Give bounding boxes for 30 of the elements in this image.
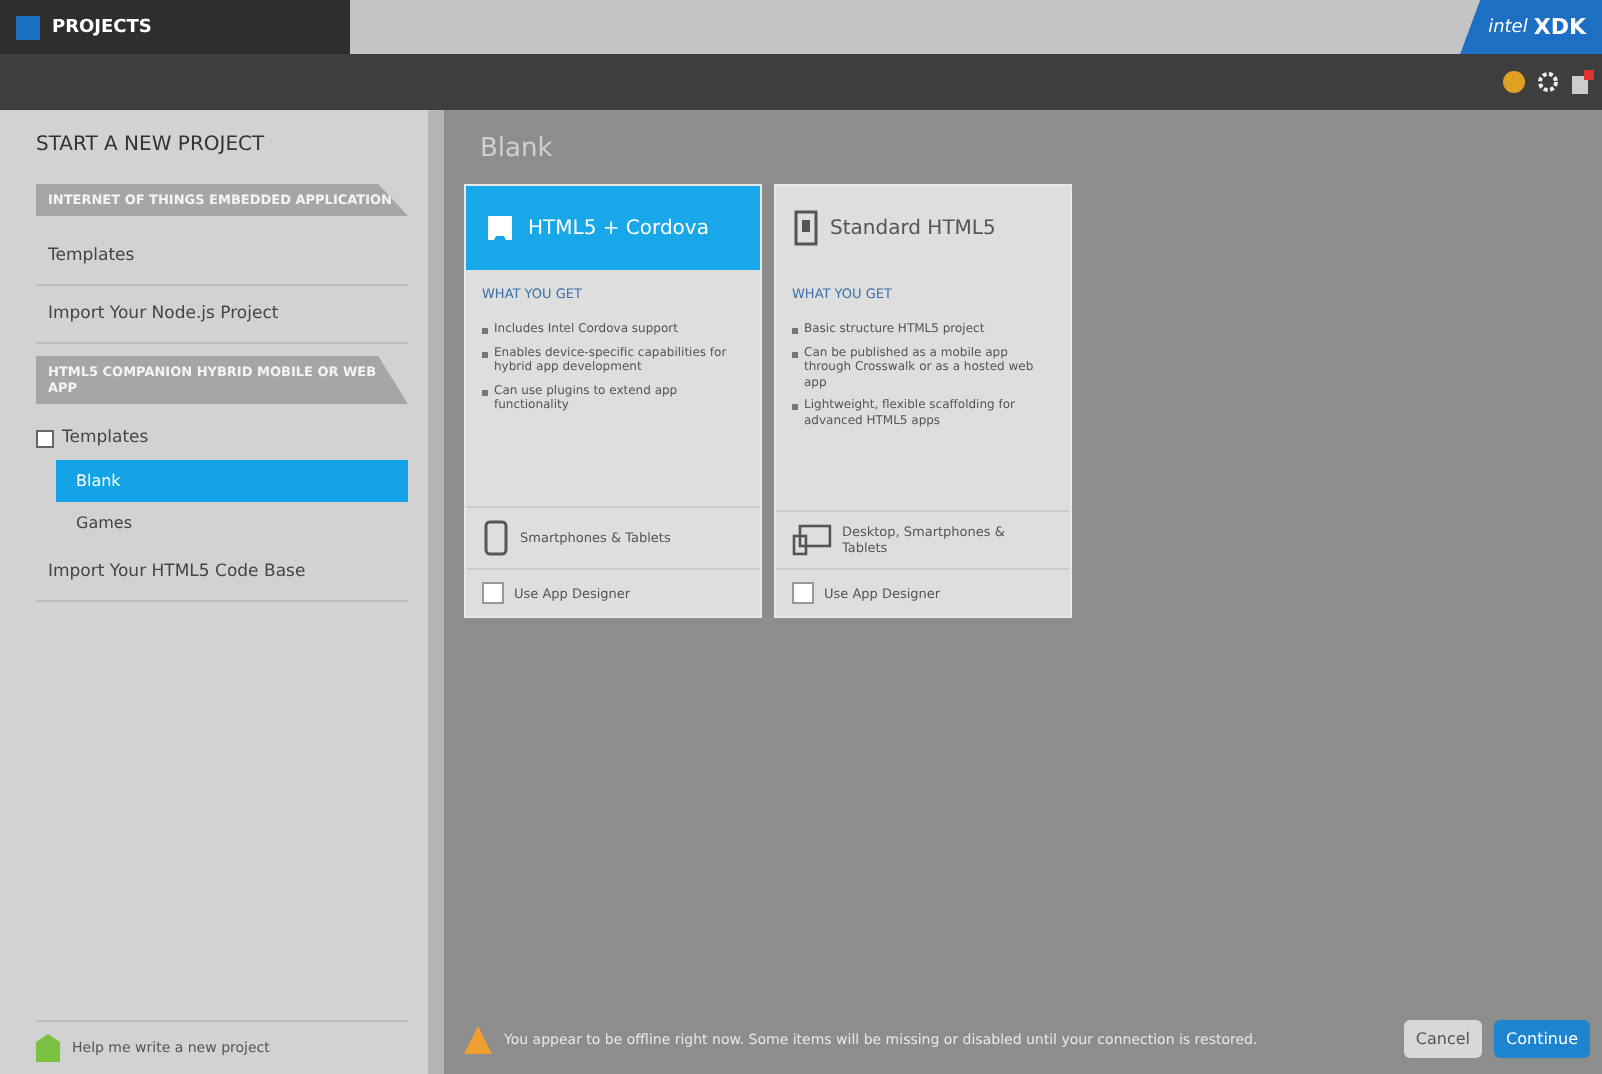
continue-button[interactable]: Continue (1494, 1020, 1590, 1058)
template-card[interactable] (774, 184, 1072, 618)
settings-icon[interactable] (1536, 70, 1560, 94)
cancel-button[interactable]: Cancel (1403, 1020, 1483, 1058)
checkbox[interactable] (792, 582, 814, 604)
robot-icon (482, 210, 518, 246)
bullet-icon (482, 328, 488, 334)
template-card[interactable] (464, 184, 762, 618)
sidebar-item[interactable]: Import Your HTML5 Code Base (36, 544, 408, 602)
bullet-icon (482, 389, 488, 395)
card-title: Standard HTML5 (830, 217, 996, 239)
sidebar-group[interactable]: Templates (36, 416, 408, 460)
bullet-icon (792, 328, 798, 334)
bullet-icon (792, 404, 798, 410)
bullet-icon (482, 351, 488, 357)
sidebar-title: START A NEW PROJECT (36, 134, 267, 156)
projects-tab[interactable]: PROJECTS (0, 0, 350, 54)
bullet-icon (792, 351, 798, 357)
document-icon (792, 210, 820, 246)
sidebar-item[interactable]: Games (56, 502, 408, 544)
logo: intel XDK (1460, 0, 1602, 54)
expander-icon[interactable] (36, 429, 54, 447)
sidebar-item[interactable]: Import Your Node.js Project (36, 286, 408, 344)
devices-icon (792, 524, 832, 556)
page-title: Blank (478, 132, 555, 168)
warning-icon (464, 1025, 492, 1053)
sidebar-item[interactable]: Templates (36, 228, 408, 286)
phone-icon (482, 520, 510, 556)
checkbox[interactable] (482, 582, 504, 604)
card-title: HTML5 + Cordova (528, 217, 709, 239)
